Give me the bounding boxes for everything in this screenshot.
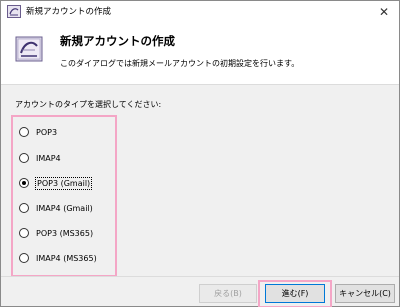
- radio-option-imap4-gmail[interactable]: IMAP4 (Gmail): [19, 201, 93, 215]
- radio-label: POP3 (MS365): [36, 228, 94, 238]
- radio-option-pop3-gmail[interactable]: POP3 (Gmail): [19, 176, 93, 190]
- cancel-button[interactable]: キャンセル(C): [335, 284, 395, 303]
- close-button[interactable]: ✕: [369, 1, 399, 23]
- next-button[interactable]: 進む(F): [265, 284, 325, 303]
- radio-button[interactable]: [19, 153, 29, 163]
- radio-button[interactable]: [19, 203, 29, 213]
- close-icon: ✕: [378, 5, 390, 19]
- radio-button-selected[interactable]: [19, 178, 29, 188]
- radio-label: IMAP4 (MS365): [36, 253, 97, 263]
- dialog-window: 新規アカウントの作成 ✕ 新規アカウントの作成 このダイアログでは新規メールアカ…: [0, 0, 400, 307]
- radio-option-pop3-ms365[interactable]: POP3 (MS365): [19, 226, 93, 240]
- account-type-prompt: アカウントのタイプを選択してください:: [15, 100, 162, 109]
- new-account-icon: [15, 35, 45, 65]
- radio-option-imap4-ms365[interactable]: IMAP4 (MS365): [19, 251, 97, 265]
- mail-app-icon: [7, 5, 21, 18]
- radio-label: IMAP4: [36, 153, 61, 163]
- radio-label: POP3 (Gmail): [35, 176, 93, 190]
- back-button[interactable]: 戻る(B): [199, 284, 257, 303]
- radio-option-pop3[interactable]: POP3: [19, 125, 57, 139]
- window-title: 新規アカウントの作成: [26, 7, 112, 17]
- radio-label: POP3: [36, 127, 58, 137]
- header-subtitle: このダイアログでは新規メールアカウントの初期設定を行います。: [60, 59, 300, 68]
- radio-button[interactable]: [19, 228, 29, 238]
- header-title: 新規アカウントの作成: [60, 34, 175, 48]
- account-type-group: POP3 IMAP4 POP3 (Gmail) IMAP4 (Gmail) PO…: [11, 115, 117, 277]
- radio-label: IMAP4 (Gmail): [36, 203, 93, 213]
- dialog-header: 新規アカウントの作成 このダイアログでは新規メールアカウントの初期設定を行います…: [1, 23, 399, 85]
- radio-button[interactable]: [19, 127, 29, 137]
- title-bar: 新規アカウントの作成 ✕: [1, 1, 399, 23]
- dialog-footer: 戻る(B) 進む(F) キャンセル(C): [1, 276, 399, 307]
- radio-option-imap4[interactable]: IMAP4: [19, 151, 61, 165]
- radio-button[interactable]: [19, 253, 29, 263]
